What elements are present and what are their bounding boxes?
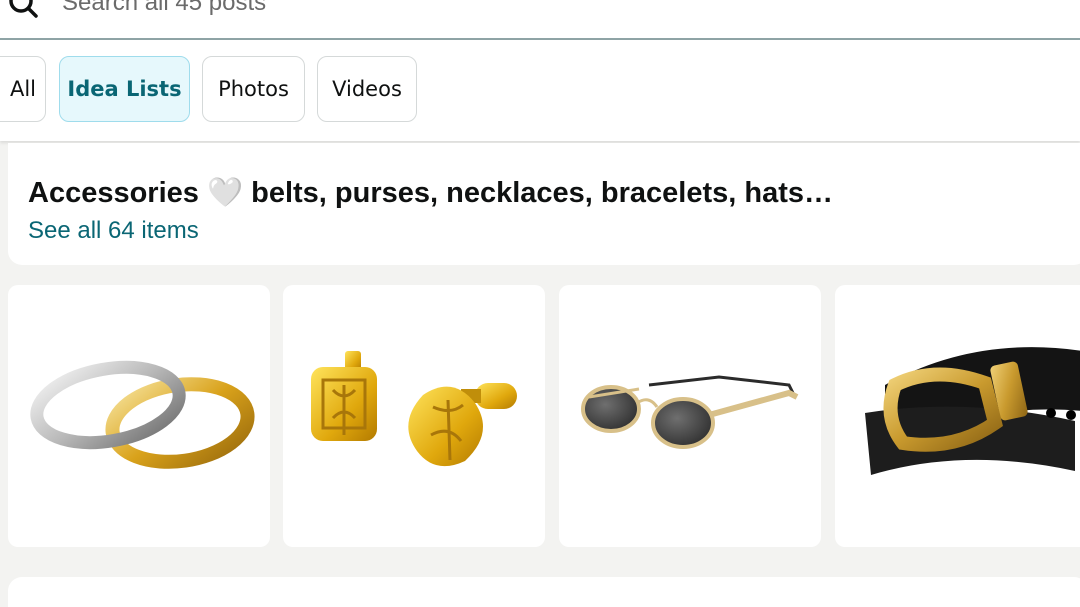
product-tile-sunglasses[interactable]	[559, 285, 821, 547]
product-tile-belt[interactable]	[835, 285, 1080, 547]
tab-all[interactable]: All	[0, 56, 46, 122]
sunglasses-image	[581, 375, 799, 449]
rings-image	[30, 360, 255, 469]
see-all-items-link[interactable]: See all 64 items	[28, 217, 199, 245]
idea-list-title[interactable]: Accessories 🤍 belts, purses, necklaces, …	[28, 176, 833, 210]
search-icon[interactable]	[8, 0, 40, 20]
earrings-image	[311, 351, 517, 467]
tab-videos[interactable]: Videos	[317, 56, 417, 122]
next-list-card	[8, 577, 1080, 607]
product-tile-earrings[interactable]	[283, 285, 545, 547]
tab-idea-lists[interactable]: Idea Lists	[59, 56, 190, 122]
filter-tabs: All Idea Lists Photos Videos	[0, 40, 1080, 141]
product-tile-rings[interactable]	[8, 285, 270, 547]
belt-image	[865, 347, 1080, 475]
search-bar	[0, 0, 1080, 40]
idea-list-card: Accessories 🤍 belts, purses, necklaces, …	[8, 143, 1080, 265]
tab-photos[interactable]: Photos	[202, 56, 305, 122]
product-carousel	[0, 285, 1080, 547]
search-input[interactable]	[62, 0, 662, 20]
page: All Idea Lists Photos Videos Accessories…	[0, 0, 1080, 607]
